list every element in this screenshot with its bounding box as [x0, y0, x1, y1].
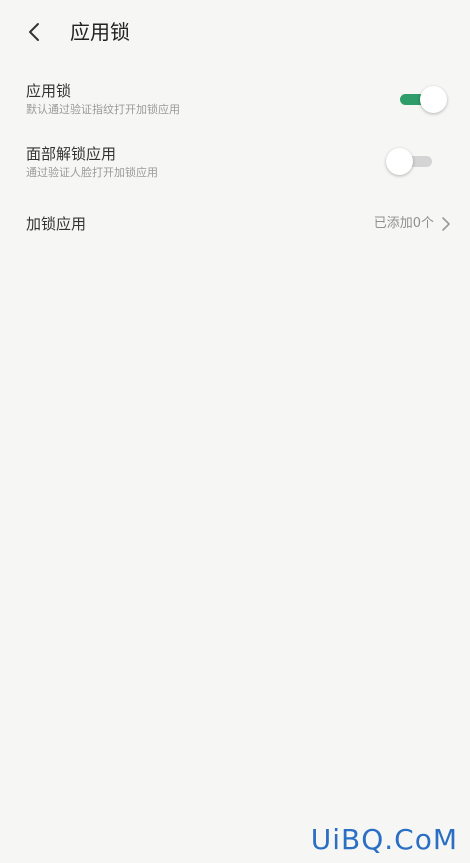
locked-apps-count: 已添加0个: [373, 216, 434, 231]
locked-apps-title: 加锁应用: [26, 215, 87, 233]
back-button[interactable]: [16, 14, 52, 50]
page-title: 应用锁: [70, 20, 130, 44]
app-lock-title: 应用锁: [26, 82, 72, 100]
chevron-right-icon: [442, 217, 450, 231]
locked-apps-row[interactable]: 加锁应用 已添加0个: [0, 202, 470, 246]
face-unlock-subtitle: 通过验证人脸打开加锁应用: [26, 166, 158, 179]
app-lock-subtitle: 默认通过验证指纹打开加锁应用: [26, 103, 180, 116]
face-unlock-toggle[interactable]: [386, 148, 436, 176]
chevron-left-icon: [29, 23, 39, 41]
app-header: 应用锁: [0, 0, 470, 64]
watermark: UiBQ.CoM: [310, 823, 458, 856]
toggle-knob: [386, 148, 413, 175]
face-unlock-title: 面部解锁应用: [26, 145, 117, 163]
app-lock-toggle[interactable]: [398, 86, 448, 114]
toggle-knob: [420, 86, 447, 113]
